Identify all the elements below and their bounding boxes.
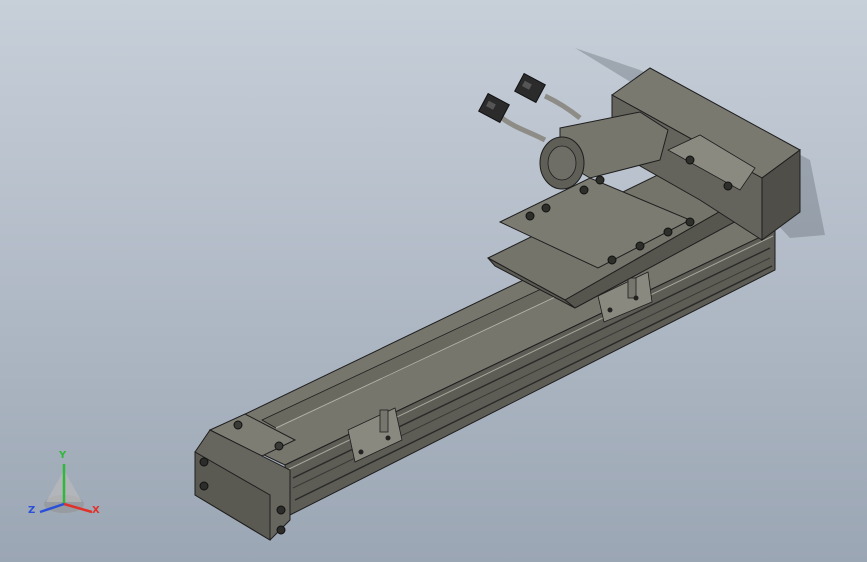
carriage-bolt-6 <box>663 227 673 237</box>
end-cap-hole-4 <box>276 525 286 535</box>
housing-bolt-1 <box>685 155 695 165</box>
carriage-bolt-3 <box>579 185 589 195</box>
carriage-bolt-1 <box>525 211 535 221</box>
x-axis-label: X <box>92 505 100 516</box>
linear-actuator-model[interactable] <box>0 0 867 562</box>
motor-end-ring <box>547 145 577 181</box>
carriage-bolt-4 <box>595 175 605 185</box>
end-cap-hole-1 <box>199 457 209 467</box>
cable-2 <box>543 93 582 120</box>
cad-viewport[interactable]: Y X Z <box>0 0 867 562</box>
coordinate-triad: Y X Z <box>26 448 106 523</box>
cable-1 <box>500 115 547 143</box>
connector-2 <box>514 72 546 104</box>
carriage-bolt-5 <box>635 241 645 251</box>
carriage-bolt-7 <box>607 255 617 265</box>
y-axis-label: Y <box>59 450 67 461</box>
carriage-bolt-8 <box>685 217 695 227</box>
end-cap-hole-2 <box>199 481 209 491</box>
end-cap-hole-3 <box>276 505 286 515</box>
end-cap-top-hole-1 <box>233 420 243 430</box>
carriage-bolt-2 <box>541 203 551 213</box>
housing-bolt-2 <box>723 181 733 191</box>
z-axis-label: Z <box>28 505 36 516</box>
end-cap-top-hole-2 <box>274 441 284 451</box>
